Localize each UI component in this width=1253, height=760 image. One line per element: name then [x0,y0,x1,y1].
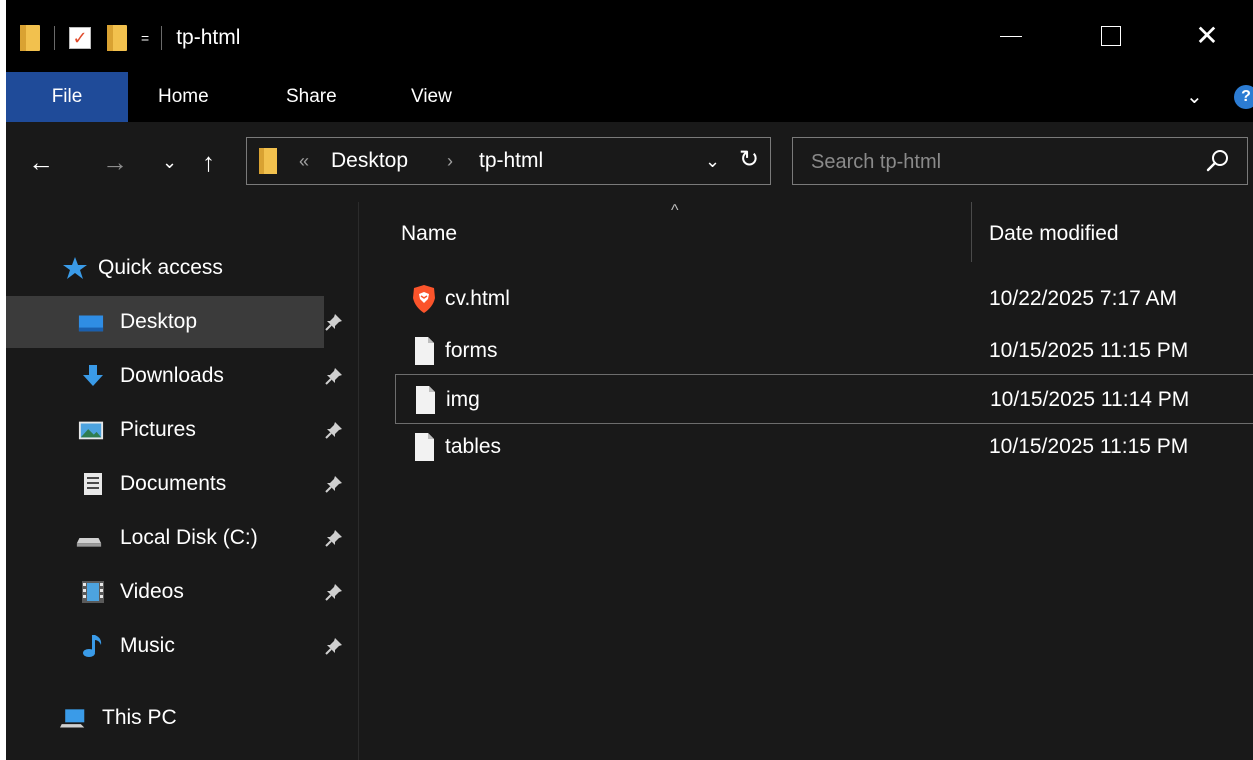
column-header-name[interactable]: Name [401,212,457,256]
back-button[interactable]: ← [28,144,54,180]
sidebar-item-documents[interactable]: Documents [6,458,342,510]
brave-html-icon [413,285,435,313]
table-row[interactable]: tables 10/15/2025 11:15 PM [395,422,1253,472]
table-row[interactable]: img 10/15/2025 11:14 PM [395,374,1253,424]
title-divider [161,26,163,50]
column-divider[interactable] [971,202,972,262]
desktop-icon [78,315,104,332]
up-button[interactable]: ↑ [202,144,215,180]
file-name: forms [445,339,498,362]
tab-home[interactable]: Home [158,72,209,122]
pin-icon[interactable] [324,366,344,386]
refresh-icon[interactable]: ↻ [739,144,759,176]
quick-access-toolbar: ✓ = tp-html [20,20,240,56]
address-bar[interactable]: « Desktop › tp-html ⌄ ↻ [246,137,771,185]
pin-icon[interactable] [324,582,344,602]
address-dropdown-icon[interactable]: ⌄ [705,146,720,176]
window-title: tp-html [176,26,241,49]
documents-icon [84,473,102,495]
tab-view[interactable]: View [411,72,452,122]
overflow-chevron-icon[interactable]: « [299,148,309,174]
navigation-pane: Quick access Desktop Downloads Pictures … [6,202,358,760]
pictures-icon [78,421,104,440]
table-row[interactable]: cv.html 10/22/2025 7:17 AM [395,274,1253,324]
sort-ascending-icon: ^ [671,202,679,219]
close-icon: ✕ [1195,20,1219,51]
ribbon-tabs: File Home Share View ⌄ ? [6,72,1253,122]
pin-icon[interactable] [324,420,344,440]
toolbar-divider [54,26,55,50]
file-name: cv.html [445,287,510,310]
file-explorer-window: ✓ = tp-html ✕ File Home Share View ⌄ ? ←… [6,0,1253,760]
minimize-icon [1000,35,1022,37]
sidebar-item-downloads[interactable]: Downloads [6,350,342,402]
folder-icon [259,148,277,174]
help-icon[interactable]: ? [1234,85,1253,109]
this-pc-icon [60,709,85,728]
new-folder-icon[interactable] [107,25,127,51]
sidebar-item-label: Downloads [120,364,224,387]
file-date-modified: 10/15/2025 11:14 PM [990,388,1190,411]
file-icon [416,386,435,414]
customize-toolbar-dropdown-icon[interactable]: = [141,30,149,46]
pin-icon[interactable] [324,528,344,548]
expand-ribbon-chevron-icon[interactable]: ⌄ [1186,72,1203,122]
minimize-button[interactable] [961,0,1061,72]
sidebar-item-label: Documents [120,472,227,495]
breadcrumb-tp-html[interactable]: tp-html [479,146,543,176]
close-button[interactable]: ✕ [1161,0,1253,72]
sidebar-item-desktop[interactable]: Desktop [6,296,342,348]
music-icon [83,635,102,657]
search-icon[interactable] [1203,146,1233,176]
breadcrumb-desktop[interactable]: Desktop [331,146,408,176]
sidebar-item-pictures[interactable]: Pictures [6,404,342,456]
sidebar-item-label: Local Disk (C:) [120,526,258,549]
sidebar-item-label: Music [120,634,175,657]
column-header-date-modified[interactable]: Date modified [989,212,1119,256]
pin-icon[interactable] [324,312,344,332]
sidebar-item-label: Videos [120,580,184,603]
properties-check-icon[interactable]: ✓ [69,27,91,49]
table-row[interactable]: forms 10/15/2025 11:15 PM [395,326,1253,376]
sidebar-item-label: Pictures [120,418,196,441]
search-input[interactable] [809,138,1193,186]
local-disk-icon [76,538,102,547]
tab-file[interactable]: File [6,72,128,122]
nav-quick-access[interactable]: Quick access [6,242,324,294]
maximize-button[interactable] [1061,0,1161,72]
search-box[interactable] [792,137,1248,186]
recent-locations-chevron-icon[interactable]: ⌄ [162,144,177,180]
file-name: img [446,388,480,411]
file-date-modified: 10/15/2025 11:15 PM [989,435,1189,458]
nav-this-pc-label: This PC [102,706,177,729]
videos-icon [82,581,104,603]
file-date-modified: 10/15/2025 11:15 PM [989,339,1189,362]
file-name: tables [445,435,502,458]
sidebar-item-label: Desktop [120,310,198,333]
downloads-icon [83,365,103,386]
title-bar: ✓ = tp-html ✕ [6,0,1253,72]
nav-quick-access-label: Quick access [98,256,223,279]
nav-this-pc[interactable]: This PC [6,692,324,744]
folder-icon [20,25,40,51]
sidebar-item-videos[interactable]: Videos [6,566,342,618]
forward-button[interactable]: → [102,144,128,180]
sidebar-item-local-disk[interactable]: Local Disk (C:) [6,512,342,564]
file-icon [415,337,434,365]
maximize-icon [1101,26,1121,46]
pin-icon[interactable] [324,636,344,656]
file-list: ^ Name Date modified cv.html 10/22/2025 … [359,202,1253,760]
breadcrumb-separator-icon[interactable]: › [447,146,453,176]
tab-share[interactable]: Share [286,72,337,122]
star-icon [63,257,87,279]
pin-icon[interactable] [324,474,344,494]
sidebar-item-music[interactable]: Music [6,620,342,672]
file-icon [415,433,434,461]
address-row: ← → ⌄ ↑ « Desktop › tp-html ⌄ ↻ [6,122,1253,202]
file-date-modified: 10/22/2025 7:17 AM [989,287,1177,310]
